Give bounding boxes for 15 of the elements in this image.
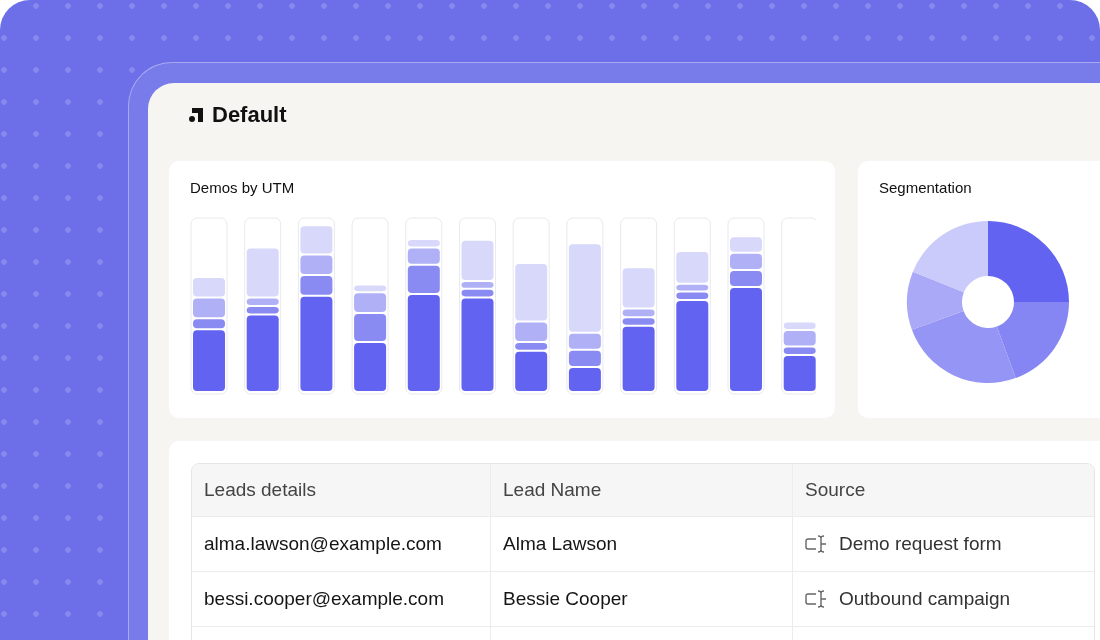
- workspace-title: Default: [212, 102, 287, 128]
- column-header: Lead Name: [503, 479, 602, 501]
- source-icon: [805, 534, 829, 554]
- column-header: Leads details: [204, 479, 316, 501]
- column-header: Source: [805, 479, 866, 501]
- name-cell: Bessie Cooper: [503, 588, 628, 610]
- source-cell: Outbound campaign: [839, 588, 1011, 610]
- card-title: Segmentation: [879, 179, 972, 196]
- source-icon: [805, 589, 829, 609]
- source-cell: Demo request form: [839, 533, 1002, 555]
- email-cell: bessi.cooper@example.com: [204, 588, 444, 610]
- email-cell: alma.lawson@example.com: [204, 533, 442, 555]
- name-cell: Alma Lawson: [503, 533, 618, 555]
- card-title: Demos by UTM: [190, 179, 295, 196]
- logo-icon: [188, 107, 204, 123]
